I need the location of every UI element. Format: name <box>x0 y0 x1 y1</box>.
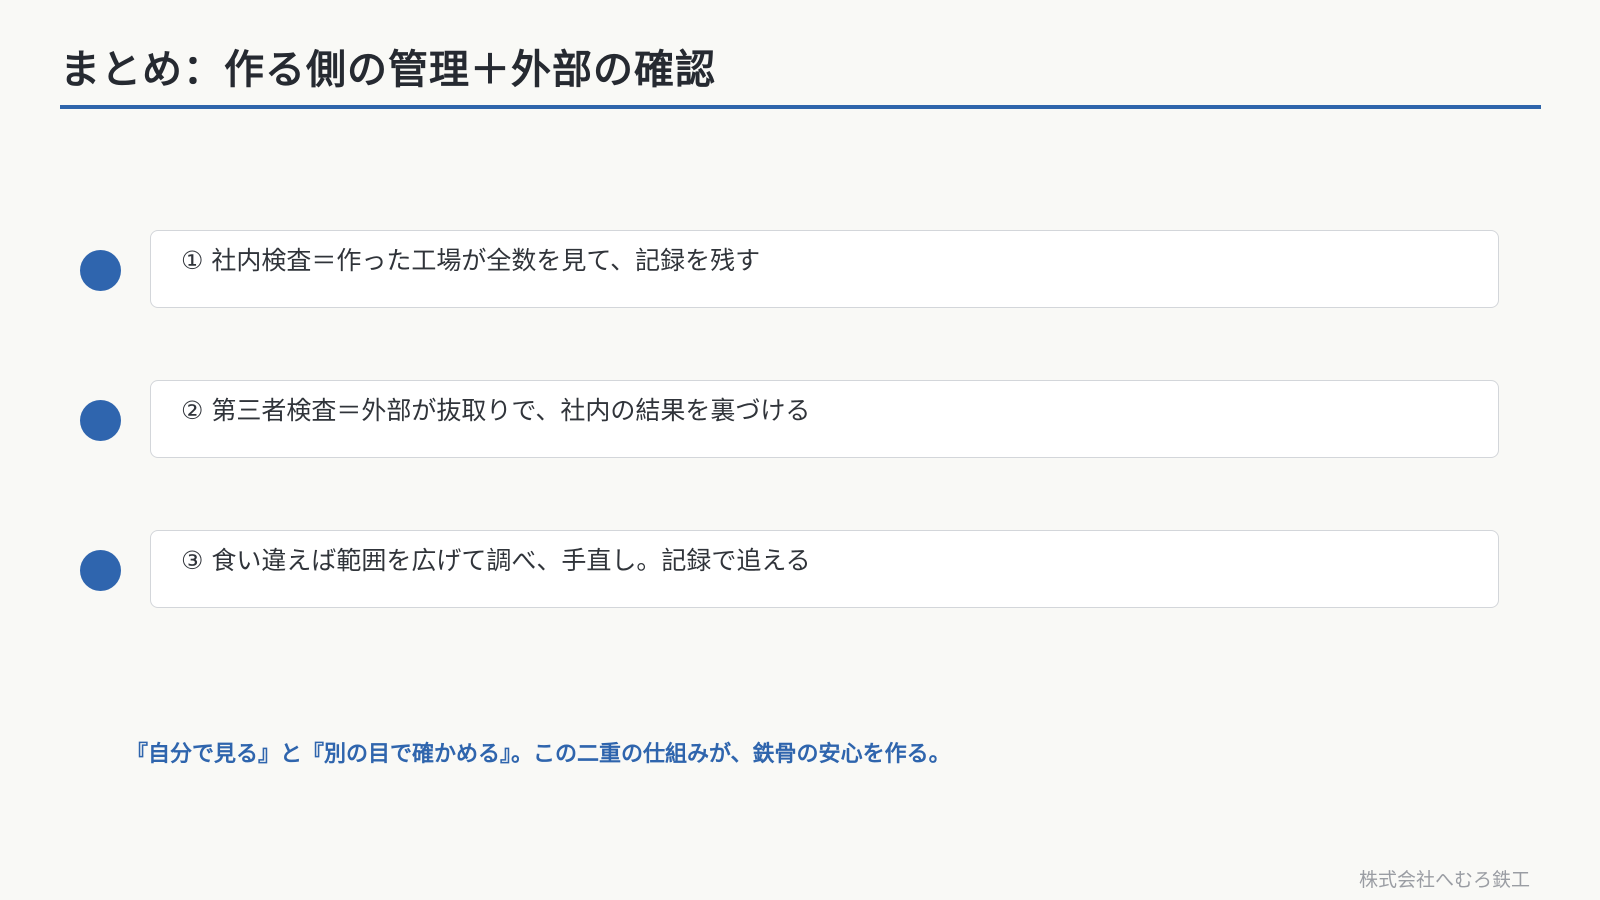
item-text: ③ 食い違えば範囲を広げて調べ、手直し。記録で追える <box>181 546 811 575</box>
list-item: ② 第三者検査＝外部が抜取りで、社内の結果を裏づける <box>0 380 1600 460</box>
bullet-circle-icon <box>80 400 121 441</box>
list-item: ③ 食い違えば範囲を広げて調べ、手直し。記録で追える <box>0 530 1600 610</box>
item-card: ③ 食い違えば範囲を広げて調べ、手直し。記録で追える <box>150 530 1499 608</box>
slide: まとめ：作る側の管理＋外部の確認 ① 社内検査＝作った工場が全数を見て、記録を残… <box>0 0 1600 900</box>
bullet-circle-icon <box>80 550 121 591</box>
item-card: ② 第三者検査＝外部が抜取りで、社内の結果を裏づける <box>150 380 1499 458</box>
item-text: ② 第三者検査＝外部が抜取りで、社内の結果を裏づける <box>181 396 811 425</box>
company-footer: 株式会社へむろ鉄工 <box>1358 869 1530 891</box>
bullet-circle-icon <box>80 250 121 291</box>
list-item: ① 社内検査＝作った工場が全数を見て、記録を残す <box>0 230 1600 310</box>
item-text: ① 社内検査＝作った工場が全数を見て、記録を残す <box>181 246 761 275</box>
item-card: ① 社内検査＝作った工場が全数を見て、記録を残す <box>150 230 1499 308</box>
summary-message: 『自分で見る』と『別の目で確かめる』。この二重の仕組みが、鉄骨の安心を作る。 <box>126 742 951 767</box>
